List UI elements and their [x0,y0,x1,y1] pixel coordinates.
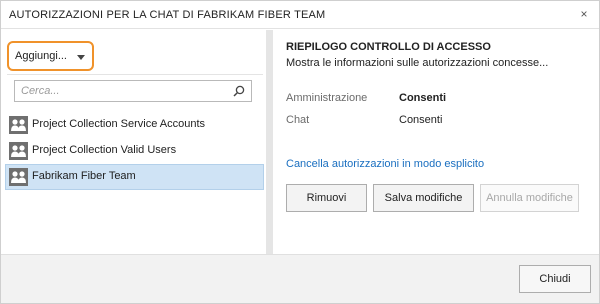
summary-title: RIEPILOGO CONTROLLO DI ACCESSO [286,41,491,53]
list-item-label: Project Collection Valid Users [32,144,177,156]
list-item-label: Fabrikam Fiber Team [32,170,136,182]
search-icon[interactable] [233,85,245,97]
permission-name: Amministrazione [286,92,368,104]
list-item[interactable]: Project Collection Service Accounts [5,112,264,138]
save-changes-button[interactable]: Salva modifiche [373,184,474,212]
undo-changes-button[interactable]: Annulla modifiche [480,184,579,212]
dialog-titlebar: AUTORIZZAZIONI PER LA CHAT DI FABRIKAM F… [1,1,599,29]
search-box [14,80,252,102]
summary-subtitle: Mostra le informazioni sulle autorizzazi… [286,57,549,69]
dialog-footer: Chiudi [1,254,599,303]
close-button[interactable]: Chiudi [519,265,591,293]
identities-panel: Aggiungi... Cerca... Project Collection … [1,30,269,254]
permission-name: Chat [286,114,310,126]
chevron-down-icon [77,55,85,60]
clear-permissions-link[interactable]: Cancella autorizzazioni in modo esplicit… [286,158,484,170]
list-item-label: Project Collection Service Accounts [32,118,206,130]
identity-list: Project Collection Service Accounts Proj… [5,112,264,190]
dialog-title: AUTORIZZAZIONI PER LA CHAT DI FABRIKAM F… [9,9,326,21]
group-icon [9,142,28,160]
close-icon[interactable]: × [577,7,591,21]
search-input[interactable] [15,81,225,101]
panel-splitter[interactable] [266,30,273,254]
add-button[interactable]: Aggiungi... [7,41,94,71]
separator [7,74,263,75]
add-button-label: Aggiungi... [15,50,67,62]
list-item-selected[interactable]: Fabrikam Fiber Team [5,164,264,190]
group-icon [9,168,28,186]
remove-button[interactable]: Rimuovi [286,184,367,212]
permissions-dialog: AUTORIZZAZIONI PER LA CHAT DI FABRIKAM F… [0,0,600,304]
permission-value[interactable]: Consenti [399,114,442,126]
access-summary-panel: RIEPILOGO CONTROLLO DI ACCESSO Mostra le… [273,30,599,254]
list-item[interactable]: Project Collection Valid Users [5,138,264,164]
permission-value[interactable]: Consenti [399,92,446,104]
group-icon [9,116,28,134]
dialog-body: Aggiungi... Cerca... Project Collection … [1,30,599,254]
